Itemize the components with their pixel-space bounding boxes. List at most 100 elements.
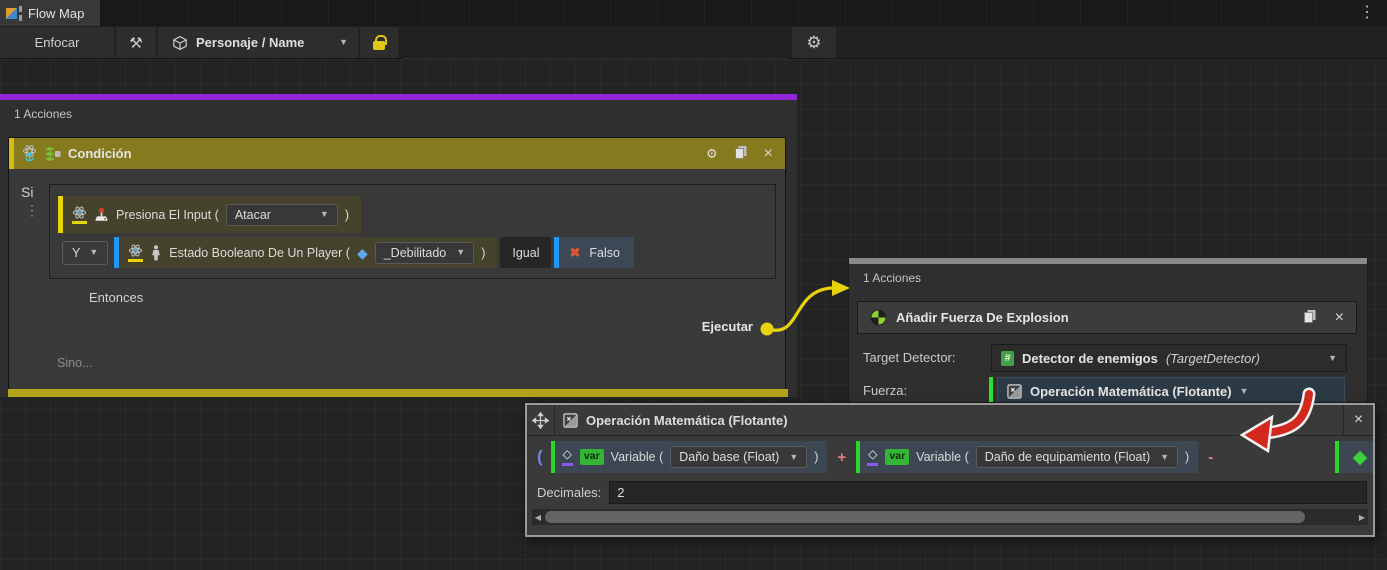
tools-button[interactable]: ⚒ [116,27,156,58]
target-detector-value: Detector de enemigos [1022,351,1158,366]
then-label: Entonces [89,290,143,305]
condition-row-bool[interactable]: Y ▼ [62,237,634,268]
operand-variable-3[interactable]: ◆ [1335,441,1375,473]
chevron-down-icon: ▼ [1160,453,1169,462]
gear-icon: ⚙ [806,33,821,53]
number-diamond-icon: ◆ [1353,448,1368,467]
target-detector-label: Target Detector: [863,350,956,365]
math-panel-header[interactable]: Operación Matemática (Flotante) × [527,405,1373,436]
condition-row-input[interactable]: Presiona El Input ( Atacar ▼ ) [58,196,361,233]
bool-value-label: Falso [589,246,620,260]
explosion-force-icon [870,309,887,326]
variable-label: Variable ( [916,450,969,464]
actions-color-bar [849,258,1367,264]
bool-value-cell[interactable]: ✖ Falso [554,237,633,268]
force-value-dropdown[interactable]: Operación Matemática (Flotante) ▼ [997,377,1345,406]
explosion-node-title: Añadir Fuerza De Explosion [896,310,1285,325]
open-paren: ( [537,447,543,467]
branch-flow-icon [45,147,61,161]
condition-state-icon [128,243,143,262]
variable-label: Variable ( [611,450,664,464]
if-label: Si [21,184,33,200]
minus-operator[interactable]: - [1208,449,1213,466]
chevron-down-icon: ▼ [1328,354,1337,363]
operand-variable-2[interactable]: ◇ var Variable ( Daño de equipamiento (F… [856,441,1198,473]
variable-2-dropdown[interactable]: Daño de equipamiento (Float) ▼ [976,446,1178,468]
variable-diamond-icon: ◇ [867,448,878,465]
tab-flow-map[interactable]: Flow Map [0,0,100,26]
conditions-list: Presiona El Input ( Atacar ▼ ) Y ▼ [49,184,776,279]
chevron-down-icon: ▼ [320,210,329,219]
move-handle-icon[interactable] [527,405,555,436]
toolbar: Enfocar ⚒ Personaje / Name ▼ Personaje (… [0,26,1387,59]
scroll-left-icon[interactable]: ◀ [532,509,544,525]
decimals-input[interactable] [609,481,1367,504]
target-detector-asset-icon: # [1001,351,1014,366]
conditions-atom-anchor-icon [21,145,38,162]
trigger-color-bar [0,94,797,100]
comparison-dropdown[interactable]: Igual [500,237,551,268]
condition-color-bar [8,389,788,397]
settings-button[interactable]: ⚙ [792,27,836,58]
chevron-down-icon: ▼ [339,38,348,47]
chevron-down-icon: ▼ [456,248,465,257]
actions-count-label: 1 Acciones [863,271,921,285]
actions-node-group[interactable]: 1 Acciones Añadir Fuerza De Explosion × … [848,258,1368,421]
tab-bar: Flow Map ⋮ [0,0,1387,26]
condition-node-title: Condición [68,146,690,161]
variable-1-dropdown[interactable]: Daño base (Float) ▼ [670,446,807,468]
wrench-icon: ⚒ [129,34,142,52]
conditions-menu-icon[interactable]: ⋮ [25,202,39,219]
condition-node-header[interactable]: Condición ⚙ × [9,138,785,169]
horizontal-scrollbar[interactable]: ◀ ▶ [532,509,1368,525]
explosion-node-header[interactable]: Añadir Fuerza De Explosion × [857,301,1357,334]
variable-1-value: Daño base (Float) [679,450,779,464]
decimals-label: Decimales: [537,485,601,500]
condition-node[interactable]: Condición ⚙ × Si ⋮ [8,137,786,397]
node-close-icon[interactable]: × [764,146,773,162]
trigger-node-group[interactable]: 1 Acciones [0,94,797,397]
variable-2-value: Daño de equipamiento (Float) [985,450,1150,464]
joiner-dropdown[interactable]: Y ▼ [62,241,108,265]
comparison-value: Igual [512,246,539,260]
var-badge: var [885,449,909,465]
plus-operator[interactable]: + [837,449,846,466]
panel-close-icon[interactable]: × [1343,405,1373,436]
close-paren: ) [1185,450,1189,464]
math-operation-panel[interactable]: Operación Matemática (Flotante) × ( ◇ va… [525,403,1375,537]
target-detector-dropdown[interactable]: # Detector de enemigos (TargetDetector) … [991,344,1347,372]
scrollbar-thumb[interactable] [545,511,1305,523]
node-duplicate-icon[interactable] [1303,309,1317,326]
operand-variable-1[interactable]: ◇ var Variable ( Daño base (Float) ▼ ) [551,441,828,473]
window-menu-icon[interactable]: ⋮ [1359,1,1375,25]
target-dropdown[interactable]: Personaje / Name ▼ [158,27,358,58]
input-action-value: Atacar [235,208,271,222]
variable-diamond-icon: ◇ [562,448,573,465]
joystick-icon [94,207,109,222]
bool-variable-dropdown[interactable]: _Debilitado ▼ [375,242,474,264]
actions-count-label: 1 Acciones [14,107,72,121]
cube-icon [172,35,188,51]
force-label: Fuerza: [863,383,907,398]
target-detector-type: (TargetDetector) [1166,351,1260,366]
focus-button[interactable]: Enfocar [0,27,114,58]
bool-variable-icon: ◆ [357,246,368,260]
expression-row: ( ◇ var Variable ( Daño base (Float) ▼ )… [527,436,1373,478]
false-cross-icon: ✖ [569,246,580,259]
close-paren: ) [345,208,349,222]
scroll-right-icon[interactable]: ▶ [1356,509,1368,525]
node-close-icon[interactable]: × [1335,310,1344,326]
node-duplicate-icon[interactable] [734,145,748,162]
else-label: Sino... [57,356,92,370]
var-badge: var [580,449,604,465]
condition-state-icon [72,205,87,224]
lock-button[interactable] [360,27,398,58]
player-icon [150,245,162,261]
joiner-value: Y [72,246,80,260]
close-paren: ) [481,246,485,260]
node-settings-gear-icon[interactable]: ⚙ [706,147,718,160]
input-action-dropdown[interactable]: Atacar ▼ [226,204,338,226]
lock-icon [373,41,385,50]
chevron-down-icon: ▼ [89,248,98,257]
chevron-down-icon: ▼ [789,453,798,462]
